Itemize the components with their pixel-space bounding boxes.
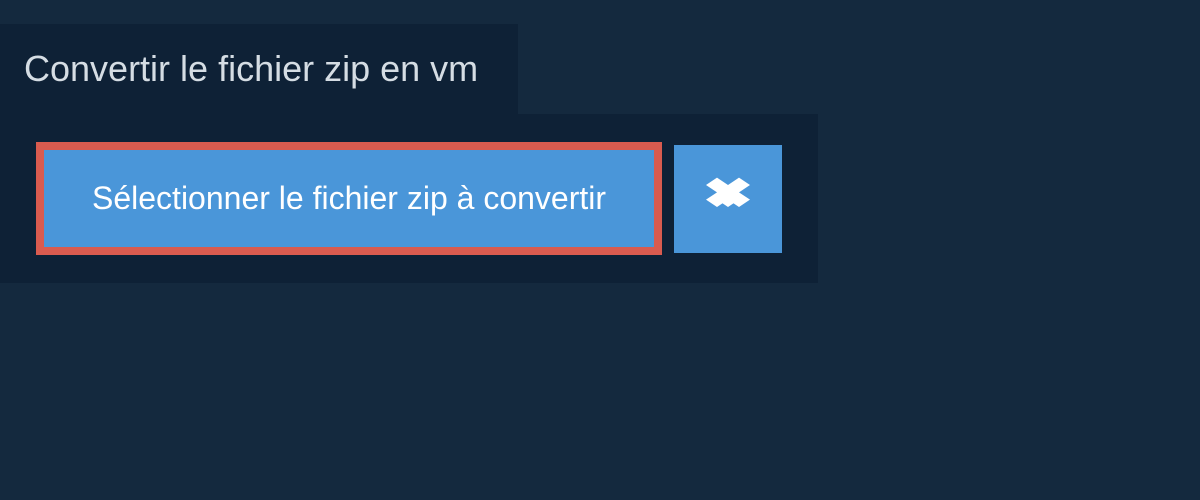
title-bar: Convertir le fichier zip en vm (0, 24, 518, 114)
select-file-label: Sélectionner le fichier zip à convertir (92, 180, 606, 217)
dropbox-button[interactable] (674, 145, 782, 253)
dropbox-icon (706, 174, 750, 223)
select-file-button[interactable]: Sélectionner le fichier zip à convertir (36, 142, 662, 255)
upload-panel: Sélectionner le fichier zip à convertir (0, 114, 818, 283)
page-title: Convertir le fichier zip en vm (24, 48, 478, 89)
